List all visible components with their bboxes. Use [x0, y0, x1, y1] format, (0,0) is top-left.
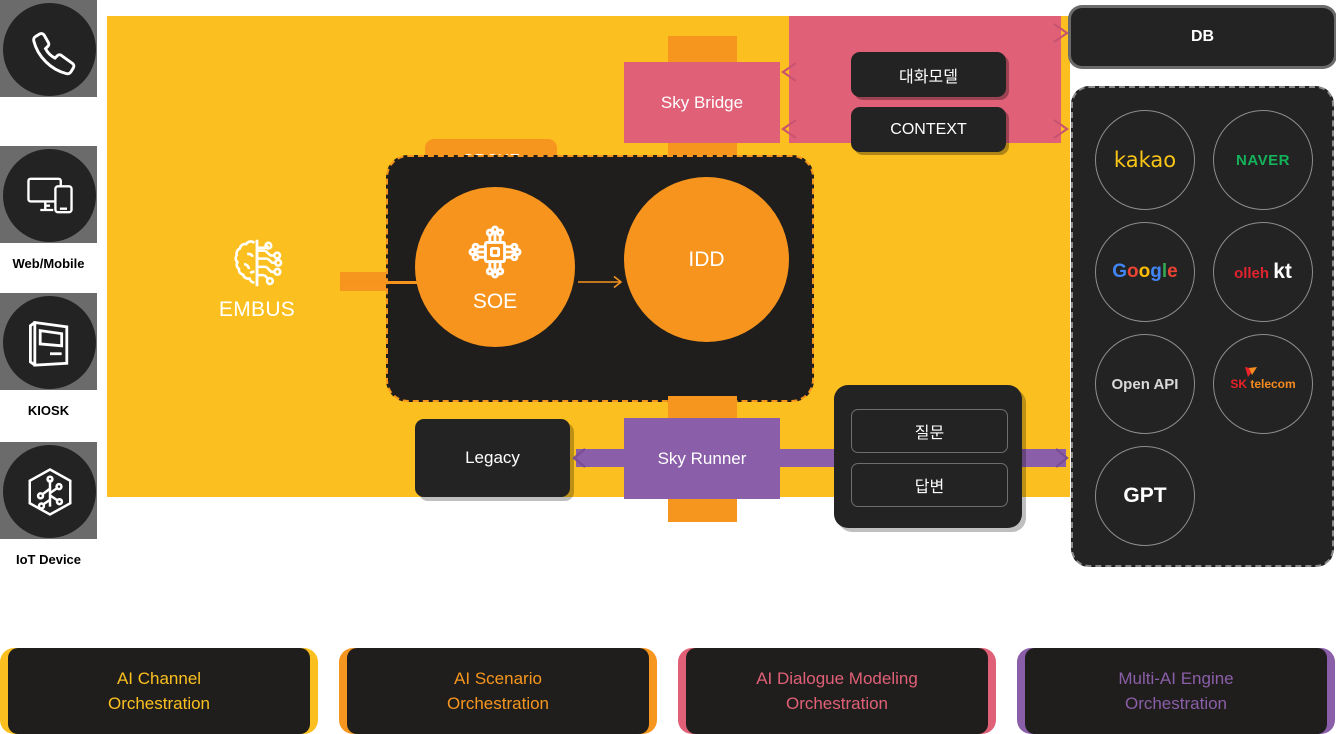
context-box[interactable]: CONTEXT	[851, 107, 1006, 152]
engine-kakao[interactable]: kakao	[1095, 110, 1195, 210]
idd-node[interactable]: IDD	[624, 177, 789, 342]
arrow-pink-to-engine-1	[1053, 22, 1069, 44]
orche-inbound-line	[386, 281, 418, 284]
connector-stub-skyrunner-bottom	[668, 496, 737, 522]
answer-label: 답변	[914, 479, 945, 496]
legend-line1-ai-dialogue: AI Dialogue Modeling	[756, 669, 918, 688]
legend-line2-ai-scenario: Orchestration	[446, 694, 550, 713]
channel-rail: Web/Mobile KIOSK IoT Device	[0, 0, 97, 580]
channel-cell-kiosk[interactable]	[0, 293, 97, 390]
question-box[interactable]: 질문	[851, 409, 1008, 453]
legend-line2-multi-ai: Orchestration	[1124, 694, 1228, 713]
engine-naver[interactable]: NAVER	[1213, 110, 1313, 210]
iot-device-icon	[3, 445, 96, 538]
engine-google[interactable]: Google	[1095, 222, 1195, 322]
embus-node[interactable]: EMBUS	[212, 232, 302, 350]
soe-node[interactable]: SOE	[415, 187, 575, 347]
legend-line2-ai-dialogue: Orchestration	[785, 694, 889, 713]
legend-line1-ai-channel: AI Channel	[116, 669, 202, 688]
legacy-label: Legacy	[465, 448, 520, 467]
engine-label-sk-telecom: SK telecom	[1230, 367, 1296, 391]
kiosk-icon	[3, 296, 96, 389]
arrow-purple-to-legacy	[572, 447, 586, 469]
engine-label-open-api: Open API	[1111, 375, 1179, 393]
context-label: CONTEXT	[890, 120, 967, 138]
legend-item-multi-ai-engine[interactable]: Multi-AI Engine Orchestration	[1017, 648, 1335, 734]
question-label: 질문	[914, 425, 945, 442]
answer-box[interactable]: 답변	[851, 463, 1008, 507]
channel-label-iot-device: IoT Device	[15, 552, 82, 567]
engine-label-gpt: GPT	[1123, 484, 1167, 507]
sky-bridge-node[interactable]: Sky Bridge	[624, 62, 780, 143]
engine-gpt[interactable]: GPT	[1095, 446, 1195, 546]
channel-cell-iot-device[interactable]	[0, 442, 97, 539]
sky-runner-label: Sky Runner	[657, 448, 747, 468]
legend-line2-ai-channel: Orchestration	[107, 694, 211, 713]
qa-group: 질문 답변	[834, 385, 1022, 528]
channel-cell-phone[interactable]	[0, 0, 97, 97]
db-label: DB	[1190, 28, 1215, 45]
dialogue-model-box[interactable]: 대화모델	[851, 52, 1006, 97]
engine-label-kt: olleh kt	[1234, 260, 1292, 283]
channel-label-web-mobile: Web/Mobile	[12, 256, 85, 271]
embus-label: EMBUS	[218, 298, 296, 321]
soe-label: SOE	[472, 289, 518, 313]
dialogue-model-label: 대화모델	[899, 68, 958, 86]
arrow-pink-to-engine-2	[1053, 118, 1069, 140]
channel-label-kiosk: KIOSK	[27, 403, 70, 418]
cpu-chip-icon	[464, 221, 526, 288]
engine-open-api[interactable]: Open API	[1095, 334, 1195, 434]
idd-label: IDD	[688, 247, 725, 271]
legend-line1-multi-ai: Multi-AI Engine	[1118, 669, 1234, 688]
ai-brain-icon	[212, 232, 302, 294]
legend-item-ai-dialogue-modeling[interactable]: AI Dialogue Modeling Orchestration	[678, 648, 996, 734]
legend-item-ai-channel[interactable]: AI Channel Orchestration	[0, 648, 318, 734]
multi-ai-engine-panel: kakao NAVER Google olleh kt Open API SK …	[1071, 86, 1334, 567]
phone-icon	[3, 3, 96, 96]
sky-runner-node[interactable]: Sky Runner	[624, 418, 780, 499]
engine-label-naver: NAVER	[1236, 151, 1290, 169]
legend-line1-ai-scenario: AI Scenario	[454, 669, 542, 688]
arrow-pink-to-skybridge-2	[781, 118, 797, 140]
arrow-soe-to-idd	[578, 275, 626, 289]
sky-bridge-label: Sky Bridge	[660, 92, 744, 112]
engine-label-google: Google	[1112, 261, 1178, 282]
engine-label-kakao: kakao	[1113, 148, 1177, 172]
arrow-pink-to-skybridge-1	[781, 61, 797, 83]
legacy-box[interactable]: Legacy	[415, 419, 570, 497]
engine-sk-telecom[interactable]: SK telecom	[1213, 334, 1313, 434]
orche-container: SOE IDD	[386, 155, 814, 402]
engine-kt[interactable]: olleh kt	[1213, 222, 1313, 322]
db-box[interactable]: DB	[1071, 8, 1334, 66]
legend: AI Channel Orchestration AI Scenario Orc…	[0, 648, 1336, 734]
arrow-purple-to-engine	[1055, 447, 1069, 469]
legend-item-ai-scenario[interactable]: AI Scenario Orchestration	[339, 648, 657, 734]
channel-cell-web-mobile[interactable]	[0, 146, 97, 243]
desktop-mobile-icon	[3, 149, 96, 242]
